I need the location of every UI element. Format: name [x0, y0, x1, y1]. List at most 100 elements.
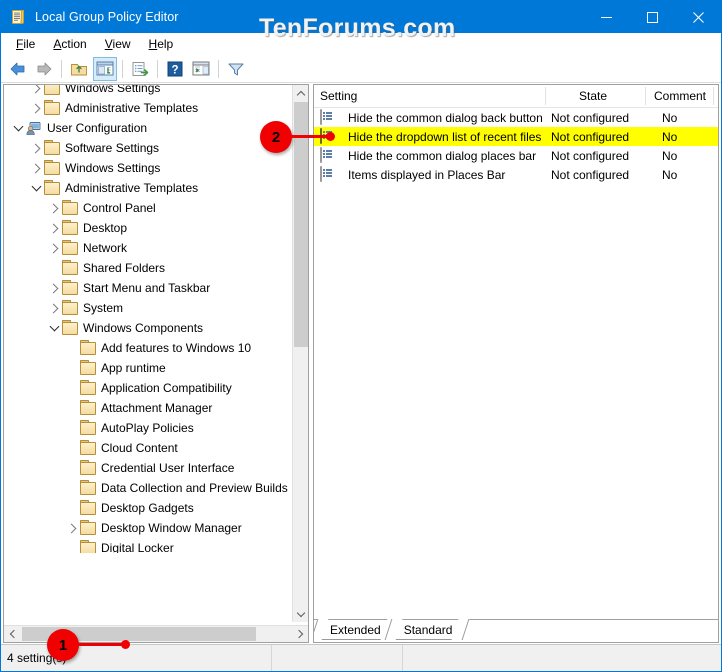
tree-node-cloud-content[interactable]: Cloud Content [4, 438, 294, 458]
action-pane-icon[interactable] [189, 57, 213, 81]
collapse-chevron-icon[interactable] [28, 180, 44, 196]
folder-icon [44, 180, 60, 196]
local-group-policy-editor-window: Local Group Policy Editor TenForums.com … [0, 0, 722, 672]
expand-chevron-icon[interactable] [46, 300, 62, 316]
expand-chevron-icon[interactable] [46, 220, 62, 236]
tree-node-label: User Configuration [47, 121, 148, 135]
tree-node-label: Desktop Window Manager [101, 521, 242, 535]
tab-standard[interactable]: Standard [391, 620, 463, 640]
column-divider-3[interactable] [713, 87, 714, 105]
tree-node-network[interactable]: Network [4, 238, 294, 258]
expand-chevron-icon[interactable] [46, 240, 62, 256]
tree-scroll-down-button[interactable] [293, 605, 308, 622]
tree-node-application-compatibility[interactable]: Application Compatibility [4, 378, 294, 398]
collapse-chevron-icon[interactable] [10, 120, 26, 136]
column-header-state[interactable]: State [579, 85, 607, 107]
folder-icon [62, 220, 78, 236]
expand-chevron-icon[interactable] [46, 280, 62, 296]
tree-node-control-panel[interactable]: Control Panel [4, 198, 294, 218]
tree-vertical-scrollbar[interactable] [292, 85, 308, 622]
cell-setting: Items displayed in Places Bar [348, 167, 506, 182]
expand-chevron-icon[interactable] [64, 520, 80, 536]
expand-chevron-icon[interactable] [28, 160, 44, 176]
cell-comment: No [662, 129, 678, 144]
folder-icon [80, 520, 96, 536]
back-arrow-icon[interactable] [6, 57, 30, 81]
table-row[interactable]: Hide the common dialog back button Not co… [314, 108, 718, 127]
tree-horizontal-scroll-thumb[interactable] [22, 627, 256, 641]
tree-scroll-up-button[interactable] [293, 85, 308, 102]
tree-node-shared-folders[interactable]: Shared Folders [4, 258, 294, 278]
help-question-icon[interactable]: ? [163, 57, 187, 81]
export-list-icon[interactable] [128, 57, 152, 81]
tree-vertical-scroll-thumb[interactable] [294, 102, 308, 347]
tree-scroll-right-button[interactable] [291, 626, 308, 642]
expand-chevron-icon[interactable] [28, 100, 44, 116]
tree-node-label: Network [83, 241, 128, 255]
tree-node-windows-settings[interactable]: Windows Settings [4, 85, 294, 98]
tree-node-data-collection-and-preview-builds[interactable]: Data Collection and Preview Builds [4, 478, 294, 498]
tree-node-windows-components[interactable]: Windows Components [4, 318, 294, 338]
tree-node-digital-locker[interactable]: Digital Locker [4, 538, 294, 553]
collapse-chevron-icon[interactable] [46, 320, 62, 336]
tree-node-administrative-templates[interactable]: Administrative Templates [4, 178, 294, 198]
table-row[interactable]: Hide the dropdown list of recent files No… [314, 127, 718, 146]
folder-icon [80, 500, 96, 516]
settings-list-body[interactable]: Hide the common dialog back button Not co… [314, 108, 718, 619]
close-button[interactable] [675, 1, 721, 33]
folder-icon [62, 260, 78, 276]
tree-node-windows-settings[interactable]: Windows Settings [4, 158, 294, 178]
status-bar-text: 4 setting(s) [7, 651, 67, 665]
console-tree-panel: Local Computer PolicyComputer Configurat… [3, 84, 309, 643]
tree-node-software-settings[interactable]: Software Settings [4, 138, 294, 158]
tree-node-desktop-window-manager[interactable]: Desktop Window Manager [4, 518, 294, 538]
svg-text:?: ? [171, 64, 178, 76]
toolbar: ? [1, 55, 721, 83]
menu-help[interactable]: Help [140, 35, 183, 53]
menu-file[interactable]: File [7, 35, 44, 53]
folder-up-icon[interactable] [67, 57, 91, 81]
tree-horizontal-scrollbar[interactable] [4, 625, 308, 642]
table-row[interactable]: Hide the common dialog places bar Not con… [314, 146, 718, 165]
tree-node-administrative-templates[interactable]: Administrative Templates [4, 98, 294, 118]
policy-setting-icon [320, 146, 336, 164]
cell-state: Not configured [551, 167, 630, 182]
column-header-setting[interactable]: Setting [320, 85, 357, 107]
tree-node-label: Administrative Templates [65, 181, 199, 195]
tree-node-autoplay-policies[interactable]: AutoPlay Policies [4, 418, 294, 438]
tree-node-attachment-manager[interactable]: Attachment Manager [4, 398, 294, 418]
tree-node-desktop-gadgets[interactable]: Desktop Gadgets [4, 498, 294, 518]
console-tree[interactable]: Local Computer PolicyComputer Configurat… [4, 85, 294, 553]
tree-node-add-features-to-windows-10[interactable]: Add features to Windows 10 [4, 338, 294, 358]
cell-setting: Hide the common dialog places bar [348, 148, 537, 163]
cell-comment: No [662, 167, 678, 182]
menu-action[interactable]: Action [44, 35, 95, 53]
minimize-button[interactable] [583, 1, 629, 33]
tree-node-user-configuration[interactable]: User Configuration [4, 118, 294, 138]
table-row[interactable]: Items displayed in Places Bar Not configu… [314, 165, 718, 184]
column-header-comment[interactable]: Comment [654, 85, 706, 107]
tree-node-credential-user-interface[interactable]: Credential User Interface [4, 458, 294, 478]
forward-arrow-icon[interactable] [32, 57, 56, 81]
settings-list-panel: Setting State Comment Hide the common di… [313, 84, 719, 643]
tree-node-desktop[interactable]: Desktop [4, 218, 294, 238]
folder-icon [62, 320, 78, 336]
tree-node-start-menu-and-taskbar[interactable]: Start Menu and Taskbar [4, 278, 294, 298]
filter-funnel-icon[interactable] [224, 57, 248, 81]
tree-node-system[interactable]: System [4, 298, 294, 318]
tree-scroll-left-button[interactable] [4, 626, 21, 642]
column-divider-1[interactable] [545, 87, 546, 105]
expand-chevron-icon[interactable] [46, 200, 62, 216]
menu-view[interactable]: View [96, 35, 140, 53]
console-tree-icon[interactable] [93, 56, 117, 81]
maximize-button[interactable] [629, 1, 675, 33]
expand-chevron-icon[interactable] [28, 140, 44, 156]
expand-chevron-icon[interactable] [28, 85, 44, 96]
tree-node-label: Windows Components [83, 321, 204, 335]
tab-extended[interactable]: Extended [318, 620, 391, 640]
column-divider-2[interactable] [645, 87, 646, 105]
tree-node-app-runtime[interactable]: App runtime [4, 358, 294, 378]
